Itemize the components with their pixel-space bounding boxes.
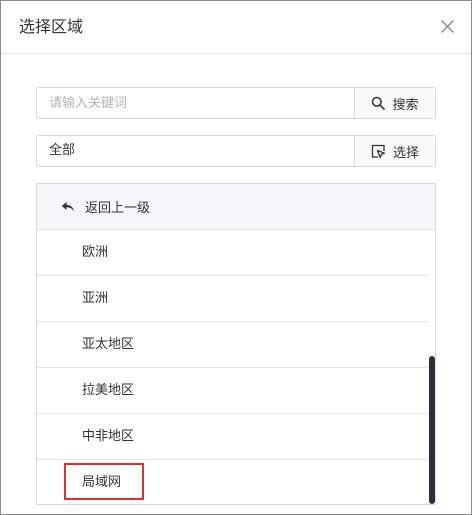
list-item-central-africa[interactable]: 中非地区 xyxy=(37,414,429,460)
search-icon xyxy=(372,96,386,110)
select-region-dialog: 选择区域 搜索 全部 选择 xyxy=(0,0,472,515)
back-label: 返回上一级 xyxy=(85,201,151,216)
back-to-parent-item[interactable]: 返回上一级 xyxy=(37,184,435,230)
list-item-asia[interactable]: 亚洲 xyxy=(37,276,429,322)
selected-region-value: 全部 xyxy=(49,143,76,158)
back-arrow-icon xyxy=(61,201,74,211)
close-icon xyxy=(441,20,454,33)
search-input[interactable] xyxy=(37,88,355,118)
search-row: 搜索 xyxy=(36,87,436,119)
list-item-lan[interactable]: 局域网 xyxy=(37,460,429,504)
close-button[interactable] xyxy=(440,19,455,34)
dialog-header: 选择区域 xyxy=(1,1,471,54)
scrollbar-thumb[interactable] xyxy=(429,356,435,504)
region-list: 返回上一级 欧洲 亚洲 亚太地区 拉美地区 中非地区 局域网 xyxy=(36,183,436,505)
select-button[interactable]: 选择 xyxy=(354,136,435,166)
list-item-europe[interactable]: 欧洲 xyxy=(37,230,429,276)
search-button-label: 搜索 xyxy=(392,97,419,113)
dialog-title: 选择区域 xyxy=(19,17,84,36)
select-cursor-icon xyxy=(371,144,386,158)
list-item-latin-america[interactable]: 拉美地区 xyxy=(37,368,429,414)
search-button[interactable]: 搜索 xyxy=(354,88,435,118)
list-item-asia-pacific[interactable]: 亚太地区 xyxy=(37,322,429,368)
select-button-label: 选择 xyxy=(392,145,419,161)
selection-row: 全部 选择 xyxy=(36,135,436,167)
scrollbar-track[interactable] xyxy=(428,230,435,504)
